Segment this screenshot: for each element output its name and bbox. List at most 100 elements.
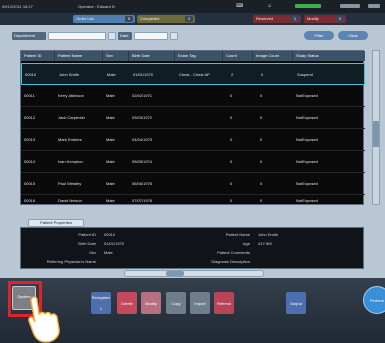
patient-properties-panel: Patient ID 00010 Birth Date 01/01/1970 S…: [20, 227, 364, 269]
column-header[interactable]: Study Status: [293, 51, 365, 61]
sex-cell: Male: [106, 137, 115, 142]
image-count-cell: 0: [261, 72, 264, 77]
count-cell: 0: [230, 93, 233, 98]
exam-tag-cell: [175, 85, 178, 107]
image-count-cell: 0: [260, 115, 263, 120]
table-row[interactable]: 00011 Kerry Atkinson Male 02/02/1971 0 0…: [21, 85, 365, 107]
count-cell: 0: [230, 115, 233, 120]
column-header[interactable]: Image Count: [253, 51, 293, 61]
search-row: Department Date Filter Clear: [12, 30, 372, 42]
count-cell: 2: [231, 72, 234, 77]
table-row[interactable]: 00015 Paul Westley Male 06/06/1975 0 0 N…: [21, 173, 365, 195]
reserved-count-badge: 1: [291, 16, 299, 22]
detail-label: Age: [242, 241, 250, 246]
table-row[interactable]: 00010 John Smith Male 01/01/1970 Chest -…: [21, 63, 365, 85]
tab-patient-properties[interactable]: Patient Properties: [28, 219, 84, 227]
department-label: Department: [12, 32, 46, 40]
date-field[interactable]: [134, 32, 168, 40]
list-scrollbar[interactable]: [372, 50, 380, 205]
detail-label: Birth Date: [78, 241, 96, 246]
keyboard-icon[interactable]: ⌨: [236, 3, 243, 9]
table-row[interactable]: 00012 Jack Carpenter Male 03/03/1972 0 0…: [21, 107, 365, 129]
clear-button[interactable]: Clear: [338, 31, 368, 40]
tab-order-list[interactable]: Order List 5: [73, 15, 135, 23]
patient-id-cell: 00013: [24, 137, 36, 142]
column-header[interactable]: Birth Date: [129, 51, 175, 61]
study-status-cell: NotExposed: [296, 115, 318, 120]
tab-reserved[interactable]: Reserved 1: [253, 15, 301, 23]
person-icon[interactable]: ☺: [266, 3, 273, 9]
sex-cell: Male: [106, 115, 115, 120]
birth-date-cell: 04/04/1973: [132, 137, 153, 142]
birth-date-cell: 07/07/1976: [132, 198, 153, 203]
patient-name-cell: David Nelson: [58, 198, 82, 203]
patient-id-cell: 00016: [24, 198, 36, 203]
date-label: Date: [118, 32, 132, 40]
patient-name-cell: Paul Westley: [58, 181, 82, 186]
perform-button[interactable]: Perform: [363, 286, 385, 314]
count-cell: 0: [230, 181, 233, 186]
study-status-cell: NotExposed: [296, 93, 318, 98]
patient-name-cell: Mark Embers: [58, 137, 82, 142]
reregister-count: 1: [99, 306, 103, 311]
column-header[interactable]: Count: [223, 51, 253, 61]
list-header: Patient ID Patient Name Sex Birth Date E…: [21, 51, 365, 61]
image-count-cell: 0: [260, 181, 263, 186]
column-header[interactable]: Patient Name: [55, 51, 103, 61]
department-field[interactable]: [48, 32, 106, 40]
detail-value: Male: [104, 250, 113, 255]
detail-value: 00010: [104, 232, 116, 237]
count-cell: 0: [230, 159, 233, 164]
date-dropdown[interactable]: [170, 32, 178, 40]
completed-count-badge: 0: [185, 16, 193, 22]
detail-value: [255, 259, 355, 265]
table-row[interactable]: 00013 Mark Embers Male 04/04/1973 0 0 No…: [21, 129, 365, 151]
refresh-button[interactable]: Refresh: [214, 292, 234, 314]
column-header[interactable]: Exam Tag: [175, 51, 223, 61]
copy-button[interactable]: Copy: [166, 292, 186, 314]
delete-button[interactable]: Delete: [117, 292, 137, 314]
detail-value: 41Y 8M: [258, 241, 272, 246]
filter-button[interactable]: Filter: [304, 31, 334, 40]
patient-id-cell: 00010: [25, 72, 37, 77]
exam-tag-cell: [175, 129, 178, 151]
app-screen: 09/12/2011 16:27 Operator : Edward N ⌨ ☺…: [0, 0, 385, 292]
tab-completed[interactable]: Completed 0: [137, 15, 195, 23]
detail-label: Patient Comments: [217, 250, 250, 255]
reregister-button[interactable]: Reregister 1: [91, 292, 111, 314]
table-row[interactable]: 00014 Ivan Kempton Male 05/05/1974 0 0 N…: [21, 151, 365, 173]
birth-date-cell: 01/01/1970: [133, 72, 154, 77]
detail-label: Patient ID: [78, 232, 96, 237]
tab-modify[interactable]: Modify 0: [304, 15, 346, 23]
exam-tag-cell: [175, 173, 178, 195]
column-header[interactable]: Sex: [103, 51, 129, 61]
detail-value: John Smith: [258, 232, 279, 237]
patient-name-cell: Ivan Kempton: [58, 159, 83, 164]
scrollbar-thumb[interactable]: [373, 121, 379, 147]
import-button[interactable]: Import: [190, 292, 210, 314]
datetime: 09/12/2011 16:27: [2, 4, 33, 9]
modify-button[interactable]: Modify: [141, 292, 161, 314]
image-count-cell: 0: [260, 198, 263, 203]
slider-knob[interactable]: [166, 271, 184, 276]
battery-icon: [295, 4, 321, 8]
bar-gauge-icon: [340, 4, 360, 8]
patient-name-cell: Kerry Atkinson: [58, 93, 84, 98]
exam-tag-cell: Chest - Chest AP: [179, 72, 210, 77]
detail-label: Referring Physician's Name: [46, 259, 96, 264]
detail-label: Diagnosis Description: [211, 259, 250, 264]
patient-id-cell: 00014: [24, 159, 36, 164]
image-count-cell: 0: [260, 159, 263, 164]
department-dropdown[interactable]: [108, 32, 116, 40]
exam-tag-cell: [175, 107, 178, 129]
detail-scroll-slider[interactable]: [124, 270, 264, 277]
column-header[interactable]: Patient ID: [21, 51, 55, 61]
count-cell: 0: [230, 137, 233, 142]
modify-count-badge: 0: [336, 16, 344, 22]
output-button[interactable]: Output: [286, 292, 306, 314]
study-status-cell: NotExposed: [296, 198, 318, 203]
sex-cell: Male: [106, 181, 115, 186]
order-count-badge: 5: [125, 16, 133, 22]
table-row[interactable]: 00016 David Nelson Male 07/07/1976 0 0 N…: [21, 195, 365, 205]
pointing-hand-icon: [28, 296, 60, 343]
